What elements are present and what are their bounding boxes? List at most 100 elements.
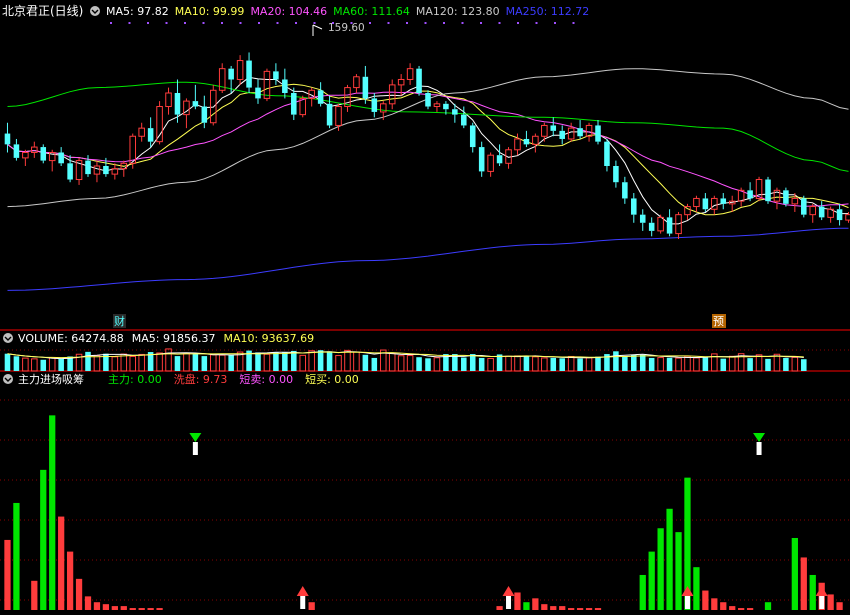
header-tick (406, 22, 408, 24)
stock-chart[interactable]: 北京君正(日线) MA5: 97.82 MA10: 99.99 MA20: 104.… (0, 0, 850, 615)
candle (783, 187, 789, 207)
candle-body-down (443, 103, 449, 110)
volume-bar-down (13, 356, 20, 371)
candle-body-down (836, 209, 843, 221)
candle-body-down (523, 138, 530, 145)
event-marker-label: 财 (114, 314, 125, 328)
legend-item: VOLUME: 64274.88 (18, 332, 124, 345)
candle-body-down (595, 125, 601, 142)
candle-body-down (702, 198, 709, 210)
candle-body-down (85, 160, 91, 175)
volume-bar-down (317, 350, 324, 371)
volume-bar-down (326, 351, 333, 371)
volume-bar-down (577, 358, 583, 371)
main-force-bar (791, 537, 798, 610)
washout-bar (75, 578, 83, 610)
washout-bar (746, 608, 754, 610)
header-tick (572, 22, 575, 24)
candle-body-down (631, 198, 637, 215)
collapse-icon[interactable] (90, 6, 100, 16)
chart-background (0, 0, 850, 615)
main-force-bar (675, 532, 682, 610)
candle-body-down (496, 155, 503, 164)
washout-bar (138, 608, 145, 610)
washout-bar (66, 551, 74, 610)
volume-bar-down (639, 354, 646, 371)
candle-body-down (648, 222, 655, 231)
event-marker-finance[interactable]: 财 (113, 314, 126, 328)
volume-bar-down (282, 352, 288, 371)
header-tick (554, 22, 556, 24)
washout-bar (800, 557, 807, 610)
volume-panel-header: VOLUME: 64274.88 MA5: 91856.37 MA10: 93637… (3, 332, 314, 345)
collapse-icon[interactable] (3, 374, 13, 384)
candle-body-down (639, 214, 646, 223)
header-tick (313, 22, 316, 24)
washout-bar (308, 602, 315, 610)
main-force-bar (764, 602, 772, 610)
candle-body-down (192, 101, 199, 107)
candle (425, 90, 431, 110)
volume-bar-down (228, 355, 234, 371)
volume-bar-down (273, 352, 279, 371)
washout-bar (576, 608, 584, 610)
washout-bar (514, 592, 521, 610)
legend-item: MA10: 99.99 (175, 5, 245, 18)
sell-arrow-shaft (756, 442, 762, 455)
washout-bar (156, 608, 163, 610)
volume-bar-down (255, 352, 261, 371)
washout-bar (711, 598, 718, 610)
volume-bar-down (747, 358, 753, 371)
main-force-bar (809, 574, 816, 610)
washout-bar (594, 608, 602, 610)
volume-bar-down (461, 357, 467, 371)
washout-bar (541, 604, 548, 610)
candle-body-down (666, 217, 673, 234)
main-force-bar (40, 469, 47, 610)
event-marker-label: 预 (713, 315, 724, 328)
buy-arrow-shaft (506, 596, 512, 609)
volume-bar-down (613, 351, 619, 371)
candle-body-down (801, 198, 807, 215)
candle-body-down (362, 76, 369, 99)
header-tick (128, 22, 131, 24)
candle-body-down (371, 98, 378, 112)
header-tick (295, 22, 297, 24)
candle-body-down (559, 130, 565, 139)
candle-body-down (147, 128, 154, 142)
event-marker-forecast[interactable]: 预 (712, 314, 726, 328)
washout-bar (496, 606, 503, 610)
stock-title: 北京君正(日线) (2, 4, 83, 18)
candle-body-down (282, 79, 288, 93)
candle-body-down (317, 90, 324, 104)
washout-bar (729, 606, 736, 610)
legend-item: 主力: 0.00 (108, 373, 162, 386)
volume-bar-down (550, 357, 557, 371)
header-tick (221, 22, 223, 24)
main-force-bar (666, 508, 673, 610)
volume-bar-down (192, 353, 199, 371)
volume-bar-down (559, 358, 565, 371)
collapse-icon[interactable] (3, 333, 13, 343)
header-tick (202, 22, 205, 24)
candle-body-down (469, 125, 476, 148)
washout-bar (836, 602, 843, 610)
indicator-title: 主力进场吸筹 (18, 372, 84, 386)
washout-bar (559, 606, 566, 610)
header-tick (369, 22, 371, 24)
sell-arrow-shaft (192, 442, 198, 455)
volume-bar-down (478, 357, 485, 371)
volume-bar-down (371, 357, 378, 371)
main-force-bar (13, 502, 20, 610)
header-tick (443, 22, 445, 24)
candle-body-down (40, 147, 47, 161)
candle-body-down (255, 87, 261, 99)
peak-price-label: 159.60 (328, 22, 365, 34)
volume-legend: VOLUME: 64274.88 MA5: 91856.37 MA10: 93637… (18, 332, 314, 345)
washout-bar (702, 590, 709, 610)
washout-bar (532, 598, 539, 610)
candle-body-down (291, 93, 297, 115)
legend-item: MA60: 111.64 (333, 5, 410, 18)
volume-bar-down (783, 357, 789, 371)
header-tick (239, 22, 242, 24)
